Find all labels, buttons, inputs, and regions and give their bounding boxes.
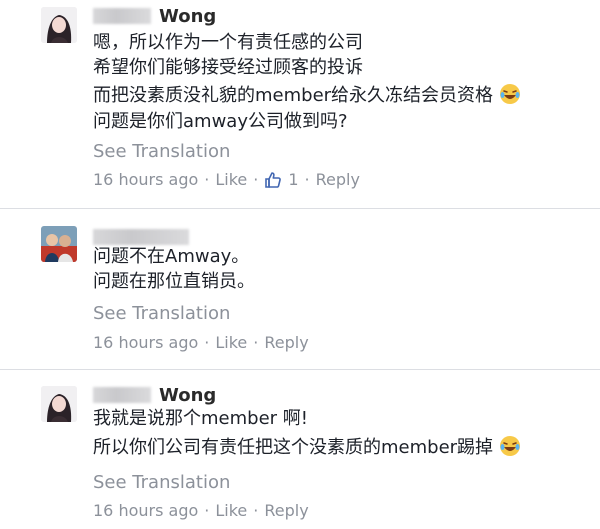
separator: · [253,170,259,189]
like-count[interactable]: 1 [288,169,298,191]
see-translation-link[interactable]: See Translation [93,140,230,164]
comment-text: 所以你们公司有责任把这个没素质的member踢掉 [93,437,494,458]
separator: · [204,170,210,189]
blurred-name [93,8,151,24]
like-link[interactable]: Like [215,169,247,191]
comment-text-line: 问题不在Amway。 [93,246,250,267]
comment-text-line: 所以你们公司有责任把这个没素质的member踢掉 [93,435,521,460]
comment-meta: 16 hours ago · Like · Reply [93,500,309,522]
avatar[interactable] [41,7,77,43]
comment-text: 而把没素质没礼貌的member给永久冻结会员资格 [93,85,494,106]
comment-2: 问题不在Amway。 问题在那位直销员。 See Translation 16 … [0,209,600,369]
author-name[interactable]: Wong [159,385,216,406]
avatar-image [41,226,77,262]
timestamp: 16 hours ago [93,333,199,352]
reply-link[interactable]: Reply [264,332,308,354]
separator: · [253,501,259,520]
comment-text-line: 我就是说那个member 啊! [93,408,308,429]
avatar[interactable] [41,226,77,262]
comment-text-line: 问题在那位直销员。 [93,271,255,292]
like-link[interactable]: Like [215,500,247,522]
thumbs-up-icon [265,172,282,188]
timestamp: 16 hours ago [93,170,199,189]
comment-3: Wong 我就是说那个member 啊! 所以你们公司有责任把这个没素质的mem… [0,370,600,529]
comment-text-line: 问题是你们amway公司做到吗? [93,111,348,132]
like-link[interactable]: Like [215,332,247,354]
author-row: Wong [93,4,216,28]
comment-text-line: 希望你们能够接受经过顾客的投诉 [93,57,363,78]
laughing-crying-emoji-icon [500,84,521,104]
comment-text-line: 而把没素质没礼貌的member给永久冻结会员资格 [93,83,521,108]
author-row: Wong [93,383,216,407]
separator: · [304,170,310,189]
avatar-image [41,386,77,422]
author-name[interactable]: Wong [159,6,216,27]
separator: · [204,501,210,520]
comment-meta: 16 hours ago · Like · Reply [93,332,309,354]
reply-link[interactable]: Reply [316,169,360,191]
see-translation-link[interactable]: See Translation [93,302,230,326]
separator: · [204,333,210,352]
blurred-name [93,229,189,245]
laughing-crying-emoji-icon [500,436,521,456]
comment-1: Wong 嗯，所以作为一个有责任感的公司 希望你们能够接受经过顾客的投诉 而把没… [0,0,600,208]
comment-meta: 16 hours ago · Like · 1 · Reply [93,169,360,191]
see-translation-link[interactable]: See Translation [93,471,230,495]
reply-link[interactable]: Reply [264,500,308,522]
timestamp: 16 hours ago [93,501,199,520]
blurred-name [93,387,151,403]
avatar-image [41,7,77,43]
comment-text-line: 嗯，所以作为一个有责任感的公司 [93,32,363,53]
avatar[interactable] [41,386,77,422]
separator: · [253,333,259,352]
